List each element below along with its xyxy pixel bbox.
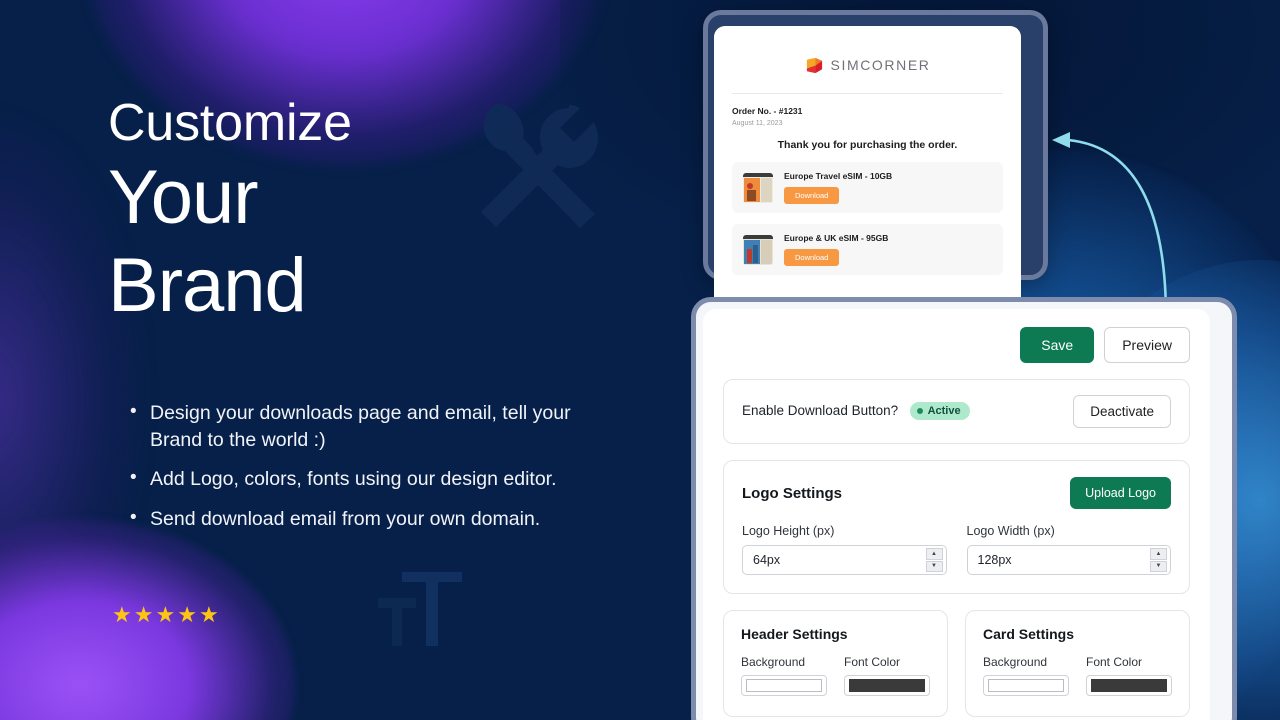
header-background-label: Background	[741, 655, 806, 669]
logo-width-stepper[interactable]: ▲ ▼	[966, 545, 1171, 575]
card-font-color-field: Font Color	[1086, 655, 1172, 696]
list-item: Send download email from your own domain…	[126, 505, 596, 533]
email-brand-header: SIMCORNER	[732, 42, 1003, 88]
logo-settings-header: Logo Settings Upload Logo	[742, 477, 1171, 509]
list-item: Design your downloads page and email, te…	[126, 399, 596, 453]
logo-height-field: Logo Height (px) ▲ ▼	[742, 524, 947, 575]
feature-list: Design your downloads page and email, te…	[126, 399, 596, 545]
card-settings-title: Card Settings	[983, 626, 1075, 642]
product-thumbnail	[743, 234, 773, 265]
enable-download-label: Enable Download Button?	[742, 403, 899, 419]
star-icon: ★	[155, 602, 176, 627]
status-dot-icon	[916, 408, 923, 415]
product-row: Europe Travel eSIM - 10GB Download	[732, 162, 1003, 213]
hero-heading: Customize Your Brand	[108, 92, 608, 330]
logo-settings-panel: Logo Settings Upload Logo Logo Height (p…	[723, 460, 1190, 594]
save-button[interactable]: Save	[1020, 327, 1095, 363]
logo-height-spinner[interactable]: ▲ ▼	[925, 548, 943, 572]
header-background-field: Background	[741, 655, 827, 696]
typography-watermark-icon	[378, 572, 462, 646]
brand-name: SIMCORNER	[830, 57, 931, 73]
settings-device: Save Preview Enable Download Button? Act…	[691, 297, 1237, 720]
logo-settings-title: Logo Settings	[742, 484, 842, 502]
card-background-label: Background	[983, 655, 1048, 669]
header-settings-panel: Header Settings Background Font Color	[723, 610, 948, 717]
logo-width-label: Logo Width (px)	[966, 524, 1055, 538]
email-preview-screen: SIMCORNER Order No. - #1231 August 11, 2…	[714, 26, 1021, 335]
heading-line-3: Brand	[108, 243, 307, 328]
star-icon: ★	[133, 602, 154, 627]
header-font-color-picker[interactable]	[844, 675, 930, 696]
header-font-color-label: Font Color	[844, 655, 901, 669]
heading-line-2: Your	[108, 155, 259, 240]
appearance-settings-row: Header Settings Background Font Color Ca…	[723, 610, 1190, 717]
spinner-up-icon[interactable]: ▲	[925, 548, 943, 560]
logo-width-field: Logo Width (px) ▲ ▼	[966, 524, 1171, 575]
heading-line-1: Customize	[108, 94, 352, 152]
card-font-color-picker[interactable]	[1086, 675, 1172, 696]
color-swatch[interactable]	[849, 679, 925, 692]
header-background-picker[interactable]	[741, 675, 827, 696]
order-number: Order No. - #1231	[732, 106, 803, 116]
simcorner-logo-icon	[806, 57, 822, 73]
star-icon: ★	[198, 602, 219, 627]
logo-height-stepper[interactable]: ▲ ▼	[742, 545, 947, 575]
promo-banner: Customize Your Brand Design your downloa…	[0, 0, 1280, 720]
product-title: Europe Travel eSIM - 10GB	[784, 171, 893, 181]
email-preview-device: SIMCORNER Order No. - #1231 August 11, 2…	[703, 10, 1048, 335]
action-toolbar: Save Preview	[723, 327, 1190, 363]
product-thumbnail	[743, 172, 773, 203]
order-date: August 11, 2023	[732, 120, 783, 127]
thank-you-message: Thank you for purchasing the order.	[777, 139, 958, 151]
color-swatch[interactable]	[1091, 679, 1167, 692]
status-badge-label: Active	[927, 405, 961, 418]
header-font-color-field: Font Color	[844, 655, 930, 696]
divider	[732, 93, 1003, 94]
brand-settings-panel: Save Preview Enable Download Button? Act…	[703, 309, 1210, 720]
spinner-down-icon[interactable]: ▼	[1150, 560, 1167, 572]
card-background-field: Background	[983, 655, 1069, 696]
download-button[interactable]: Download	[784, 249, 840, 266]
enable-download-row: Enable Download Button? Active	[742, 402, 970, 421]
rating-stars: ★ ★ ★ ★ ★	[112, 604, 219, 626]
card-background-picker[interactable]	[983, 675, 1069, 696]
preview-button[interactable]: Preview	[1104, 327, 1190, 363]
color-swatch[interactable]	[746, 679, 822, 692]
status-badge: Active	[909, 402, 970, 421]
product-row: Europe & UK eSIM - 95GB Download	[732, 224, 1003, 275]
upload-logo-button[interactable]: Upload Logo	[1070, 477, 1171, 509]
logo-height-label: Logo Height (px)	[742, 524, 835, 538]
deactivate-button[interactable]: Deactivate	[1073, 395, 1171, 428]
color-swatch[interactable]	[988, 679, 1064, 692]
star-icon: ★	[177, 602, 197, 627]
download-button[interactable]: Download	[784, 187, 840, 204]
header-settings-title: Header Settings	[741, 626, 848, 642]
card-font-color-label: Font Color	[1086, 655, 1143, 669]
card-settings-panel: Card Settings Background Font Color	[965, 610, 1190, 717]
enable-download-panel: Enable Download Button? Active Deactivat…	[723, 379, 1190, 444]
logo-width-input[interactable]	[967, 546, 1170, 574]
product-title: Europe & UK eSIM - 95GB	[784, 233, 889, 243]
logo-width-spinner[interactable]: ▲ ▼	[1150, 548, 1167, 572]
spinner-up-icon[interactable]: ▲	[1150, 548, 1167, 560]
star-icon: ★	[112, 602, 132, 627]
list-item: Add Logo, colors, fonts using our design…	[126, 465, 596, 493]
spinner-down-icon[interactable]: ▼	[925, 560, 943, 572]
logo-height-input[interactable]	[743, 546, 946, 574]
